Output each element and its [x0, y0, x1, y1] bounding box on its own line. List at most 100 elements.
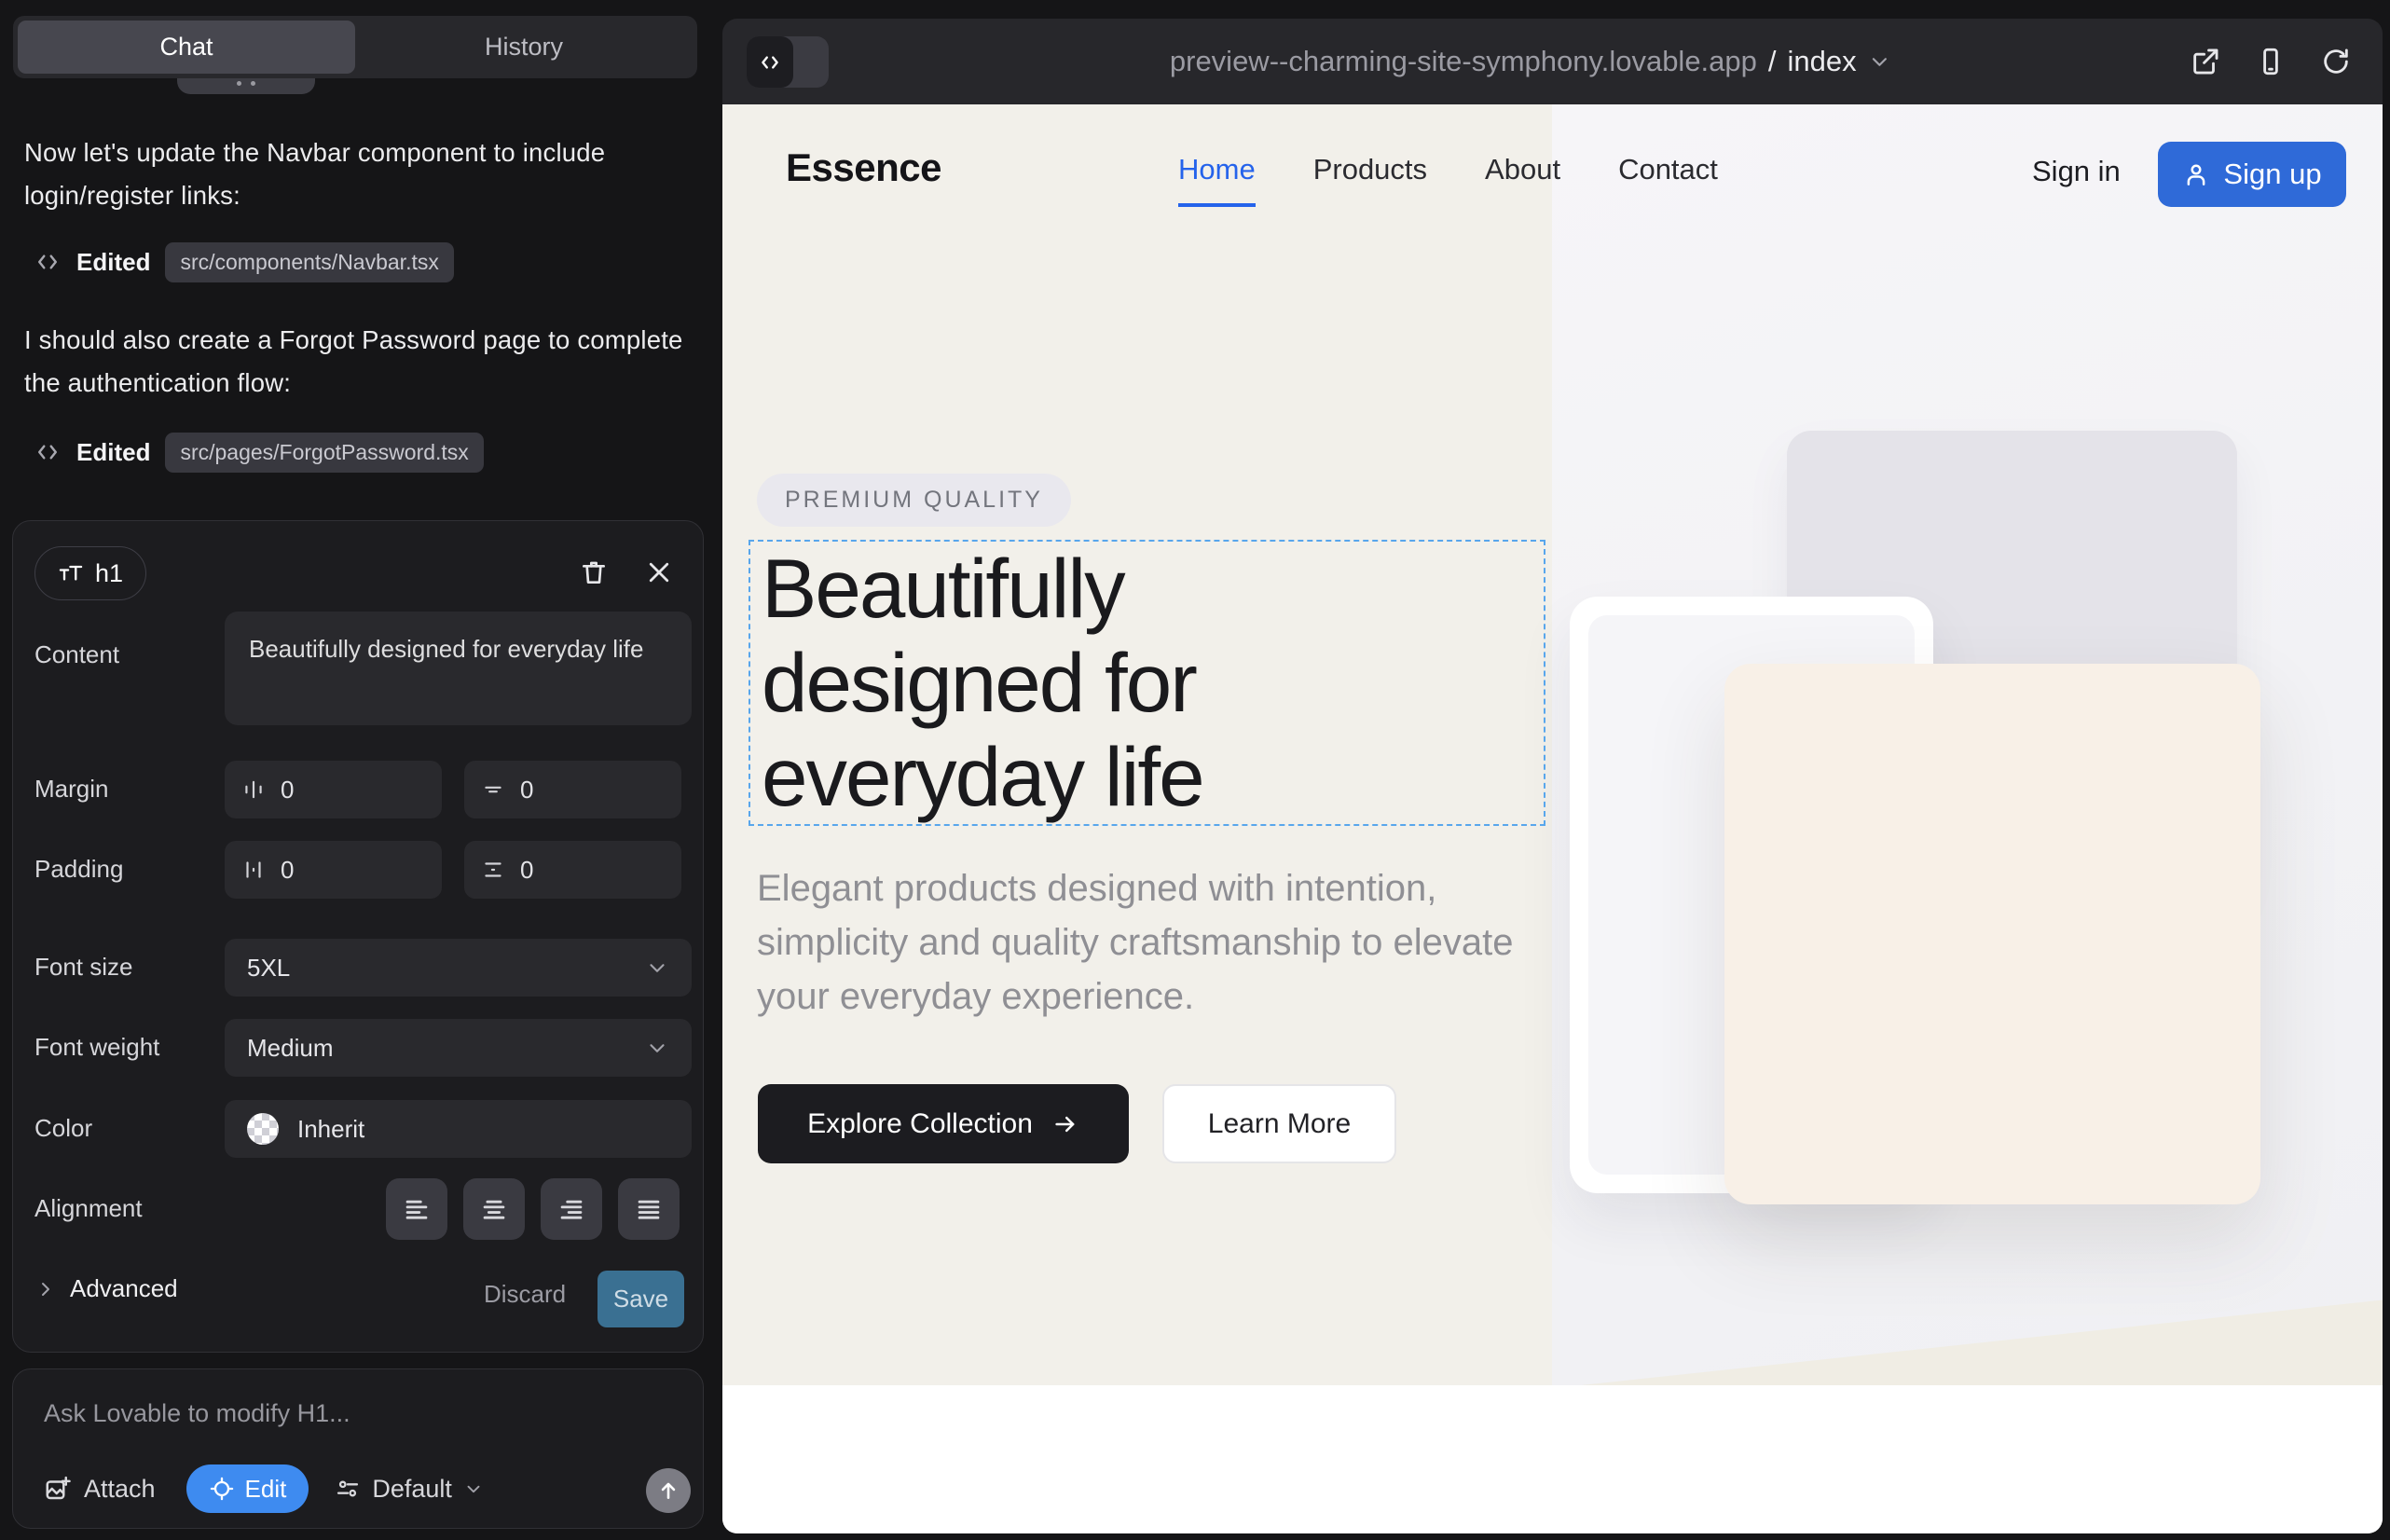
url-host: preview--charming-site-symphony.lovable.…: [1170, 45, 1757, 78]
attach-button[interactable]: Attach: [44, 1475, 156, 1504]
composer-input[interactable]: Ask Lovable to modify H1...: [44, 1399, 659, 1428]
content-label: Content: [34, 640, 119, 669]
scrolled-chip-peek: [177, 78, 315, 94]
color-select[interactable]: Inherit: [225, 1100, 692, 1158]
font-weight-select[interactable]: Medium: [225, 1019, 692, 1077]
sign-in-link[interactable]: Sign in: [2032, 155, 2121, 188]
trash-icon: [579, 557, 609, 587]
learn-more-button[interactable]: Learn More: [1162, 1084, 1396, 1163]
margin-y-input[interactable]: 0: [464, 761, 681, 818]
refresh-icon: [2320, 46, 2352, 77]
close-inspector-button[interactable]: [639, 552, 680, 593]
font-size-value: 5XL: [247, 954, 290, 983]
discard-button[interactable]: Discard: [484, 1280, 566, 1309]
padding-label: Padding: [34, 855, 123, 884]
delete-element-button[interactable]: [573, 552, 614, 593]
save-button[interactable]: Save: [598, 1271, 684, 1327]
margin-y-value: 0: [520, 776, 533, 804]
padding-y-input[interactable]: 0: [464, 841, 681, 899]
browser-chrome: preview--charming-site-symphony.lovable.…: [722, 19, 2383, 104]
tab-chat[interactable]: Chat: [18, 21, 355, 74]
padding-vertical-icon: [481, 858, 505, 882]
transparent-swatch: [247, 1113, 279, 1145]
font-weight-label: Font weight: [34, 1033, 159, 1062]
chevron-down-icon: [645, 956, 669, 980]
mobile-view-button[interactable]: [2252, 43, 2289, 80]
font-weight-value: Medium: [247, 1034, 333, 1063]
align-center-button[interactable]: [463, 1178, 525, 1240]
file-chip[interactable]: src/components/Navbar.tsx: [165, 242, 453, 282]
edited-label: Edited: [76, 438, 150, 467]
explore-collection-label: Explore Collection: [807, 1108, 1033, 1140]
padding-x-value: 0: [281, 856, 294, 885]
advanced-label: Advanced: [70, 1274, 178, 1303]
color-value: Inherit: [297, 1115, 364, 1144]
edit-mode-pill[interactable]: Edit: [186, 1464, 309, 1513]
file-chip[interactable]: src/pages/ForgotPassword.tsx: [165, 433, 483, 473]
hero-heading: Beautifully designed for everyday life: [750, 542, 1544, 824]
selected-h1-outline[interactable]: Beautifully designed for everyday life: [749, 540, 1545, 826]
sign-up-button[interactable]: Sign up: [2158, 142, 2346, 207]
margin-x-value: 0: [281, 776, 294, 804]
nav-link-home[interactable]: Home: [1178, 153, 1256, 207]
preview-browser: preview--charming-site-symphony.lovable.…: [722, 19, 2383, 1533]
type-icon: [58, 560, 84, 586]
nav-link-contact[interactable]: Contact: [1618, 153, 1718, 207]
attach-label: Attach: [84, 1475, 156, 1504]
selected-element-tag-label: h1: [95, 559, 123, 588]
code-preview-toggle[interactable]: [747, 36, 829, 88]
align-right-button[interactable]: [541, 1178, 602, 1240]
file-edit-row: Edited src/pages/ForgotPassword.tsx: [34, 431, 484, 474]
url-separator: /: [1768, 45, 1777, 78]
margin-x-input[interactable]: 0: [225, 761, 442, 818]
tab-history[interactable]: History: [355, 21, 693, 74]
tab-chat-label: Chat: [159, 33, 213, 62]
explore-collection-button[interactable]: Explore Collection: [758, 1084, 1129, 1163]
selected-element-tag: h1: [34, 546, 146, 600]
code-icon: [34, 438, 62, 466]
section-below-hero: [722, 1385, 2383, 1533]
prompt-composer: Ask Lovable to modify H1... Attach Edit: [12, 1368, 704, 1529]
margin-label: Margin: [34, 775, 108, 804]
nav-link-products[interactable]: Products: [1313, 153, 1427, 207]
url-page: index: [1788, 45, 1857, 78]
padding-y-value: 0: [520, 856, 533, 885]
align-right-icon: [556, 1193, 587, 1225]
edit-label: Edit: [245, 1475, 287, 1504]
nav-link-about[interactable]: About: [1485, 153, 1560, 207]
advanced-toggle[interactable]: Advanced: [34, 1274, 178, 1303]
mode-selector[interactable]: Default: [335, 1475, 484, 1504]
site-preview: Essence Home Products About Contact Sign…: [722, 104, 2383, 1533]
chevron-down-icon: [1868, 49, 1892, 74]
element-inspector-panel: h1 Content Beautifully designed for ever…: [12, 520, 704, 1353]
content-input[interactable]: Beautifully designed for everyday life: [225, 612, 692, 725]
user-icon: [2182, 160, 2210, 188]
chat-history-tabs: Chat History: [13, 16, 697, 78]
margin-horizontal-icon: [241, 777, 266, 802]
align-center-icon: [478, 1193, 510, 1225]
mobile-icon: [2255, 46, 2287, 77]
close-icon: [645, 558, 673, 586]
font-size-label: Font size: [34, 953, 133, 982]
site-logo[interactable]: Essence: [786, 145, 941, 190]
decor-card-cream: [1724, 664, 2260, 1204]
hero-heading-line: designed for: [762, 636, 1196, 729]
margin-vertical-icon: [481, 777, 505, 802]
font-size-select[interactable]: 5XL: [225, 939, 692, 997]
padding-x-input[interactable]: 0: [225, 841, 442, 899]
hero-heading-line: Beautifully: [762, 542, 1124, 635]
chevron-right-icon: [34, 1278, 57, 1300]
refresh-button[interactable]: [2317, 43, 2355, 80]
code-icon: [34, 248, 62, 276]
color-label: Color: [34, 1114, 92, 1143]
arrow-up-icon: [656, 1478, 680, 1503]
open-external-button[interactable]: [2187, 43, 2224, 80]
send-button[interactable]: [646, 1468, 691, 1513]
sign-up-label: Sign up: [2223, 158, 2321, 191]
lovable-editor-window: Chat History Now let's update the Navbar…: [0, 0, 2390, 1540]
align-left-button[interactable]: [386, 1178, 447, 1240]
hero-heading-line: everyday life: [762, 730, 1203, 823]
align-justify-button[interactable]: [618, 1178, 680, 1240]
sliders-icon: [335, 1476, 361, 1502]
url-bar[interactable]: preview--charming-site-symphony.lovable.…: [1170, 19, 1892, 104]
